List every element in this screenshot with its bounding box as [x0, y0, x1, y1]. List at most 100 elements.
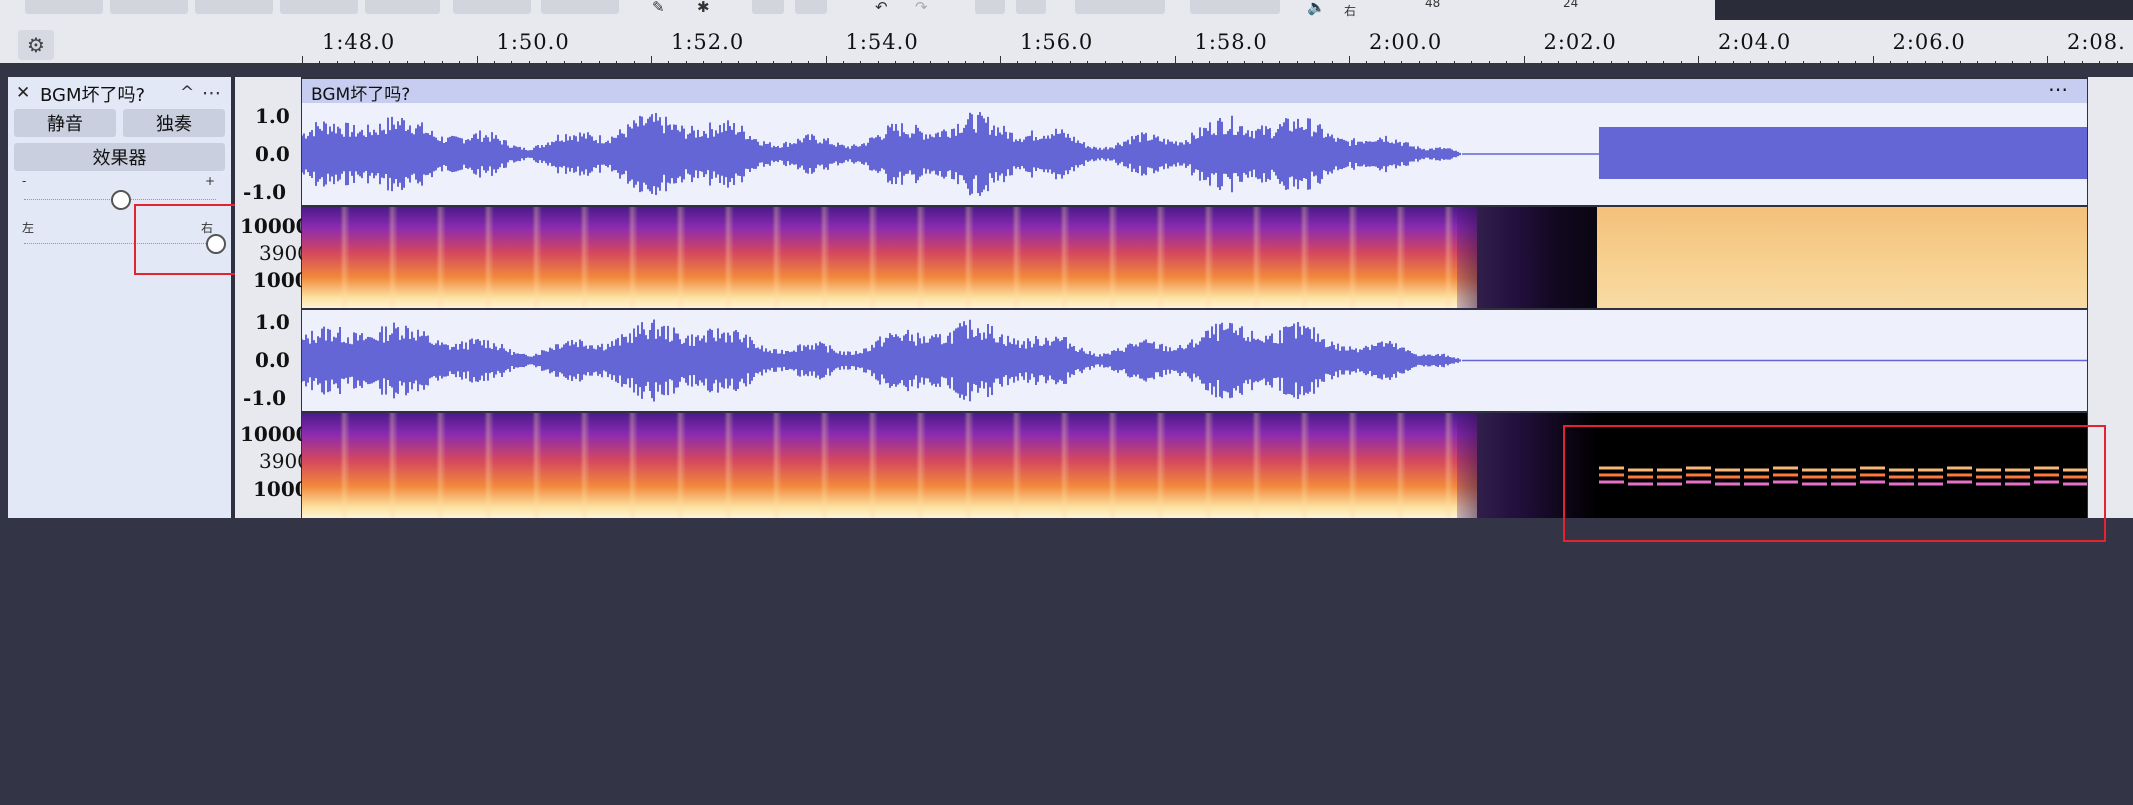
undo-icon[interactable]: ↶	[875, 0, 888, 16]
ruler-tick-mark	[406, 61, 408, 66]
ruler-tick-mark	[2081, 61, 2083, 66]
ruler-tick-mark	[1680, 61, 1682, 66]
ruler-tick-label: 2:00.0	[1369, 30, 1443, 54]
track-name[interactable]: BGM坏了吗?	[40, 81, 145, 107]
solo-button[interactable]: 独奏	[123, 109, 225, 137]
toolbar-button[interactable]	[195, 0, 273, 14]
ruler-tick-mark	[2047, 56, 2048, 66]
ruler-tick-mark	[389, 61, 391, 66]
clip-menu-icon[interactable]: ⋯	[2048, 77, 2068, 101]
highlight-pan-box	[134, 204, 240, 275]
trim-button[interactable]	[975, 0, 1005, 14]
ruler-tick-mark	[1139, 61, 1141, 66]
noise-block	[1599, 127, 2087, 179]
ruler-tick-mark	[703, 61, 705, 66]
ruler-tick-mark	[319, 61, 321, 66]
meter-value: 48	[1425, 0, 1441, 10]
wave-scale-mid: 0.0	[255, 142, 290, 166]
close-track-icon[interactable]: ✕	[16, 83, 30, 103]
ruler-tick-mark	[1645, 61, 1647, 66]
zoom-out-button[interactable]	[795, 0, 827, 14]
spectrogram-stripes	[302, 207, 1477, 308]
ruler-tick-mark	[616, 61, 618, 66]
silence-button[interactable]	[1016, 0, 1046, 14]
ruler-tick-mark	[633, 61, 635, 66]
toolbar-button[interactable]	[365, 0, 440, 14]
ruler-tick-mark	[895, 61, 897, 66]
ruler-tick-mark	[371, 61, 373, 66]
ruler-tick-mark	[842, 61, 844, 66]
waveform-channel-left[interactable]	[302, 103, 2087, 205]
toolbar-button[interactable]	[541, 0, 619, 14]
ruler-tick-mark	[1383, 61, 1385, 66]
gain-plus-label: +	[205, 174, 216, 188]
ruler-tick-mark	[1453, 61, 1455, 66]
ruler-tick-mark	[1942, 61, 1944, 66]
zoom-in-button[interactable]	[752, 0, 784, 14]
ruler-tick-mark	[1418, 61, 1420, 66]
ruler-tick-mark	[2029, 61, 2031, 66]
toolbar-button[interactable]	[1075, 0, 1165, 14]
waveform-right	[302, 319, 2087, 402]
ruler-tick-mark	[1715, 61, 1717, 66]
ruler-tick-mark	[1785, 61, 1787, 66]
ruler-tick-mark	[1802, 61, 1804, 66]
ruler-tick-mark	[1767, 61, 1769, 66]
track-menu-icon[interactable]: ⋯	[202, 82, 221, 104]
ruler-tick-mark	[476, 56, 478, 66]
ruler-tick-mark	[1872, 56, 1874, 66]
ruler-tick-mark	[1157, 61, 1159, 66]
ruler-tick-mark	[1034, 61, 1036, 66]
ruler-tick-mark	[1959, 61, 1961, 66]
toolbar-button[interactable]	[1190, 0, 1280, 14]
spec-scale-high: 10000	[240, 214, 310, 238]
ruler-tick-mark	[2064, 61, 2066, 66]
ruler-tick-mark	[1977, 61, 1979, 66]
ruler-tick-mark	[1750, 61, 1752, 66]
mute-button[interactable]: 静音	[14, 109, 116, 137]
toolbar-dark-area	[1715, 0, 2133, 20]
multi-tool-icon[interactable]: ✱	[697, 0, 710, 16]
ruler-tick-mark	[877, 61, 879, 66]
pencil-icon[interactable]: ✎	[652, 0, 665, 16]
ruler-tick-mark	[982, 61, 984, 66]
ruler-tick-mark	[1017, 61, 1019, 66]
spectrogram-channel-left[interactable]	[302, 207, 2087, 308]
ruler-tick-mark	[773, 61, 775, 66]
ruler-tick-label: 2:04.0	[1718, 30, 1792, 54]
toolbar-button[interactable]	[110, 0, 188, 14]
waveform-channel-right[interactable]	[302, 310, 2087, 411]
ruler-tick-mark	[1000, 56, 1001, 66]
ruler-tick-mark	[1698, 56, 1699, 66]
ruler-tick-mark	[1314, 61, 1316, 66]
redo-icon[interactable]: ↷	[915, 0, 928, 16]
ruler-tick-mark	[563, 61, 565, 66]
ruler-tick-mark	[1226, 61, 1228, 66]
ruler-tick-mark	[424, 61, 426, 66]
spec-scale-low: 1000	[253, 477, 309, 501]
toolbar-button[interactable]	[25, 0, 103, 14]
ruler-tick-mark	[738, 61, 740, 66]
ruler-tick-mark	[1820, 61, 1822, 66]
ruler-tick-mark	[1907, 61, 1909, 66]
ruler-tick-mark	[1558, 61, 1560, 66]
spectrogram-fade	[1457, 207, 1597, 308]
ruler-tick-mark	[1732, 61, 1734, 66]
collapse-icon[interactable]: ^	[180, 83, 194, 103]
highlight-spectrogram-box	[1563, 425, 2106, 542]
ruler-tick-mark	[1523, 56, 1525, 66]
wave-scale-mid: 0.0	[255, 348, 290, 372]
effects-button[interactable]: 效果器	[14, 143, 225, 171]
waveform-path	[302, 112, 1461, 196]
clip-title[interactable]: BGM坏了吗?	[311, 80, 410, 105]
ruler-tick-mark	[1261, 61, 1263, 66]
toolbar-button[interactable]	[453, 0, 531, 14]
wave-scale-bottom: -1.0	[243, 180, 287, 204]
clip-header[interactable]	[302, 79, 2087, 103]
toolbar-button[interactable]	[280, 0, 358, 14]
gain-slider-handle[interactable]	[111, 190, 131, 210]
ruler-tick-label: 2:08.	[2067, 30, 2126, 54]
gear-icon[interactable]: ⚙	[18, 30, 54, 60]
ruler-tick-mark	[493, 61, 495, 66]
speaker-icon[interactable]: 🔈	[1307, 0, 1326, 16]
